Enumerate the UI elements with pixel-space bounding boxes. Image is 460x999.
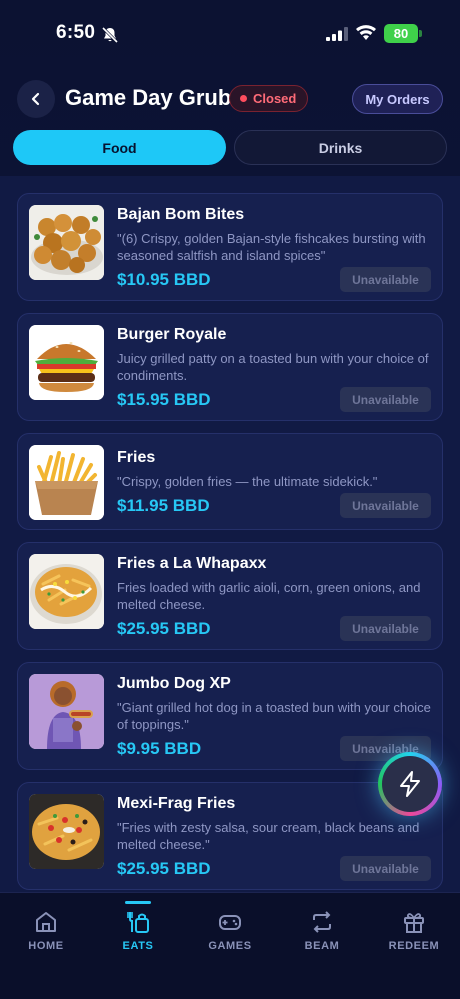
- tab-drinks[interactable]: Drinks: [234, 130, 447, 165]
- status-bar: 6:50 80: [0, 0, 460, 62]
- menu-item-card[interactable]: Burger Royale Juicy grilled patty on a t…: [17, 313, 443, 421]
- menu-item-card[interactable]: Mexi-Frag Fries "Fries with zesty salsa,…: [17, 782, 443, 890]
- gamepad-icon: [219, 915, 241, 930]
- status-dot: [240, 95, 247, 102]
- menu-item-price: $10.95 BBD: [117, 270, 211, 289]
- lightning-icon: [400, 771, 420, 797]
- eats-icon: [127, 912, 149, 933]
- nav-item-redeem[interactable]: REDEEM: [368, 893, 460, 963]
- menu-item-description: "Crispy, golden fries — the ultimate sid…: [117, 474, 378, 489]
- menu-item-description: "(6) Crispy, golden Bajan-style fishcake…: [117, 231, 426, 263]
- menu-item-price: $15.95 BBD: [117, 390, 211, 409]
- back-button[interactable]: [17, 80, 55, 118]
- status-badge-label: Closed: [253, 91, 297, 106]
- menu-item-price: $25.95 BBD: [117, 859, 211, 878]
- battery-level: 80: [393, 26, 409, 41]
- nav-item-eats[interactable]: EATS: [92, 893, 184, 963]
- status-time: 6:50: [56, 22, 96, 43]
- menu-item-card[interactable]: Fries "Crispy, golden fries — the ultima…: [17, 433, 443, 530]
- menu-item-name: Fries a La Whapaxx: [117, 555, 267, 572]
- signal-icon: [326, 27, 348, 41]
- menu-item-price: $9.95 BBD: [117, 739, 202, 758]
- nav-label-eats: EATS: [122, 940, 154, 952]
- nav-label-home: HOME: [28, 940, 64, 952]
- nav-active-indicator: [125, 901, 151, 904]
- gift-icon: [404, 913, 424, 933]
- battery-indicator: 80: [384, 24, 418, 43]
- tab-food[interactable]: Food: [13, 130, 226, 165]
- unavailable-button[interactable]: Unavailable: [340, 616, 431, 641]
- menu-item-price: $25.95 BBD: [117, 619, 211, 638]
- unavailable-button[interactable]: Unavailable: [340, 387, 431, 412]
- app-screen: 6:50 80 Game Day Grub Closed My Orders F…: [0, 0, 460, 999]
- bottom-nav: HOME EATS GAMES BEAM REDEEM: [0, 892, 460, 999]
- menu-item-card[interactable]: Fries a La Whapaxx Fries loaded with gar…: [17, 542, 443, 650]
- menu-item-name: Burger Royale: [117, 326, 227, 343]
- fab-inner: [382, 756, 438, 812]
- unavailable-button[interactable]: Unavailable: [340, 267, 431, 292]
- chevron-left-icon: [31, 92, 40, 106]
- menu-item-description: "Fries with zesty salsa, sour cream, bla…: [117, 820, 420, 852]
- nav-label-redeem: REDEEM: [388, 940, 440, 952]
- my-orders-button[interactable]: My Orders: [352, 84, 443, 114]
- menu-item-name: Bajan Bom Bites: [117, 206, 245, 223]
- nav-item-games[interactable]: GAMES: [184, 893, 276, 963]
- wifi-icon: [356, 25, 376, 40]
- menu-item-image: [29, 674, 104, 749]
- menu-item-description: Fries loaded with garlic aioli, corn, gr…: [117, 580, 421, 612]
- menu-item-card[interactable]: Bajan Bom Bites "(6) Crispy, golden Baja…: [17, 193, 443, 301]
- page-title: Game Day Grub: [65, 85, 232, 110]
- menu-item-price: $11.95 BBD: [117, 496, 210, 515]
- menu-item-name: Jumbo Dog XP: [117, 675, 231, 692]
- menu-item-name: Fries: [117, 449, 156, 466]
- menu-item-image: [29, 205, 104, 280]
- menu-item-card[interactable]: Jumbo Dog XP "Giant grilled hot dog in a…: [17, 662, 443, 770]
- unavailable-button[interactable]: Unavailable: [340, 493, 431, 518]
- nav-item-beam[interactable]: BEAM: [276, 893, 368, 963]
- bell-off-icon: [101, 26, 119, 44]
- home-icon: [36, 912, 56, 932]
- menu-item-description: "Giant grilled hot dog in a toasted bun …: [117, 700, 431, 732]
- quick-action-button[interactable]: [378, 752, 442, 816]
- unavailable-button[interactable]: Unavailable: [340, 856, 431, 881]
- nav-label-games: GAMES: [208, 940, 252, 952]
- menu-item-name: Mexi-Frag Fries: [117, 795, 236, 812]
- battery-cap: [419, 30, 422, 37]
- nav-label-beam: BEAM: [304, 940, 340, 952]
- menu-item-description: Juicy grilled patty on a toasted bun wit…: [117, 351, 429, 383]
- menu-item-image: [29, 445, 104, 520]
- status-badge: Closed: [229, 85, 309, 112]
- nav-item-home[interactable]: HOME: [0, 893, 92, 963]
- menu-item-image: [29, 325, 104, 400]
- beam-icon: [313, 911, 331, 933]
- menu-item-image: [29, 554, 104, 629]
- menu-item-image: [29, 794, 104, 869]
